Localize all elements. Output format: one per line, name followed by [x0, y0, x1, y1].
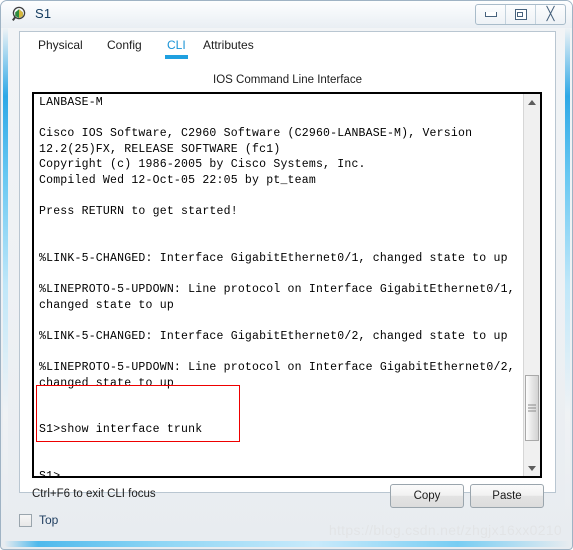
terminal-line: Cisco IOS Software, C2960 Software (C296… — [39, 127, 473, 141]
paste-button[interactable]: Paste — [470, 484, 544, 508]
scroll-up-icon[interactable] — [524, 94, 540, 110]
terminal-line: S1>show interface trunk — [39, 423, 203, 437]
terminal-line: Copyright (c) 1986-2005 by Cisco Systems… — [39, 158, 366, 172]
device-window: S1 ╳ Physical Config CLI Attributes IOS … — [0, 0, 573, 550]
restore-icon — [514, 9, 527, 20]
window-title: S1 — [35, 6, 52, 21]
terminal-line: S1> — [39, 470, 61, 478]
restore-button[interactable] — [506, 5, 536, 24]
close-icon: ╳ — [546, 7, 555, 22]
window-edge-glow-bottom — [4, 541, 571, 547]
close-button[interactable]: ╳ — [536, 5, 565, 24]
tab-physical[interactable]: Physical — [36, 36, 85, 56]
terminal-line: changed state to up — [39, 298, 174, 312]
scrollbar-grip-icon — [528, 404, 536, 412]
terminal-line: %LINK-5-CHANGED: Interface GigabitEthern… — [39, 251, 508, 265]
cli-terminal[interactable]: LANBASE-M Cisco IOS Software, C2960 Soft… — [32, 92, 542, 478]
window-edge-glow-left — [3, 27, 8, 522]
terminal-line: %LINEPROTO-5-UPDOWN: Line protocol on In… — [39, 361, 515, 375]
watermark-text: https://blog.csdn.net/zhgjx16xx0210 — [328, 522, 562, 538]
top-checkbox-label: Top — [39, 513, 59, 527]
terminal-line: 12.2(25)FX, RELEASE SOFTWARE (fc1) — [39, 142, 281, 156]
minimize-icon — [484, 12, 497, 17]
tab-bar: Physical Config CLI Attributes — [20, 32, 555, 60]
terminal-scrollbar[interactable] — [523, 94, 540, 476]
tab-cli[interactable]: CLI — [165, 36, 188, 59]
terminal-line: %LINEPROTO-5-UPDOWN: Line protocol on In… — [39, 283, 515, 297]
terminal-line: changed state to up — [39, 376, 174, 390]
switch-magnifier-icon — [12, 6, 26, 21]
section-title: IOS Command Line Interface — [213, 74, 362, 86]
minimize-button[interactable] — [476, 5, 506, 24]
device-panel: Physical Config CLI Attributes IOS Comma… — [19, 31, 556, 508]
title-bar: S1 ╳ — [1, 1, 572, 28]
cli-focus-hint: Ctrl+F6 to exit CLI focus — [32, 488, 156, 500]
terminal-line: LANBASE-M — [39, 96, 103, 109]
terminal-line: Compiled Wed 12-Oct-05 22:05 by pt_team — [39, 173, 316, 187]
terminal-output: LANBASE-M Cisco IOS Software, C2960 Soft… — [39, 95, 518, 478]
tab-config[interactable]: Config — [105, 36, 144, 56]
top-checkbox-row[interactable]: Top — [19, 513, 58, 527]
tab-attributes[interactable]: Attributes — [201, 36, 256, 56]
terminal-line: Press RETURN to get started! — [39, 205, 238, 219]
copy-button[interactable]: Copy — [390, 484, 464, 508]
window-edge-glow-right — [565, 27, 570, 522]
scrollbar-thumb[interactable] — [525, 375, 539, 441]
top-checkbox[interactable] — [19, 513, 32, 527]
terminal-line: %LINK-5-CHANGED: Interface GigabitEthern… — [39, 329, 508, 343]
triangle-up-icon — [528, 99, 536, 105]
triangle-down-icon — [528, 465, 536, 471]
scroll-down-icon[interactable] — [524, 460, 540, 476]
window-controls: ╳ — [475, 4, 566, 25]
